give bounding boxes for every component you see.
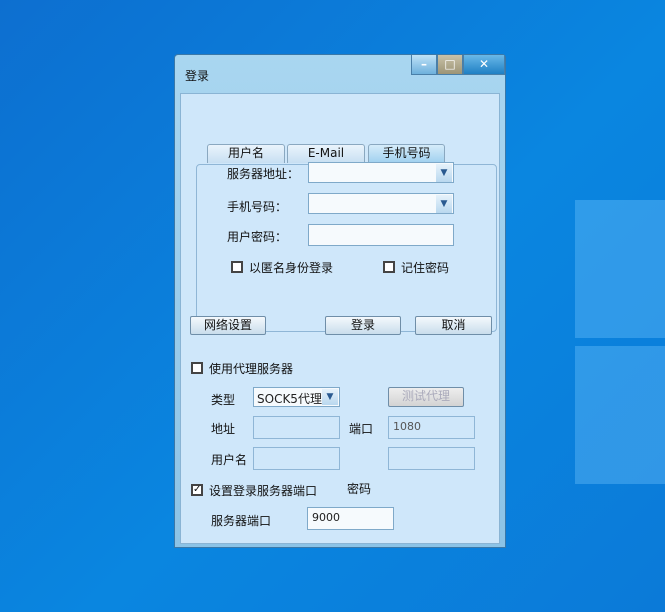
use-proxy-label[interactable]: 使用代理服务器 (209, 360, 293, 377)
proxy-type-label: 类型 (211, 393, 236, 407)
anonymous-label[interactable]: 以匿名身份登录 (249, 259, 333, 276)
login-group-box (196, 164, 497, 332)
chevron-down-icon[interactable]: ▼ (436, 164, 452, 182)
desktop-logo-pane (575, 346, 665, 484)
test-proxy-button[interactable]: 测试代理 (388, 387, 464, 407)
use-proxy-checkbox[interactable] (191, 362, 203, 374)
server-label: 服务器地址： (227, 167, 300, 181)
restore-button[interactable]: □ (437, 55, 463, 75)
password-input[interactable] (308, 224, 454, 246)
proxy-username-label: 用户名 (211, 453, 248, 467)
proxy-address-label: 地址 (211, 422, 236, 436)
phone-combo[interactable]: ▼ (308, 193, 454, 214)
window-title: 登录 (185, 69, 210, 83)
server-port-input[interactable]: 9000 (307, 507, 394, 530)
client-area: 用户名 E-Mail 手机号码 服务器地址： ▼ 手机号码： ▼ 用户密码： 以… (180, 93, 500, 544)
password-label: 用户密码： (227, 230, 288, 244)
set-server-port-checkbox[interactable]: ✓ (191, 484, 203, 496)
login-button[interactable]: 登录 (325, 316, 401, 335)
remember-password-label[interactable]: 记住密码 (401, 259, 449, 276)
remember-password-checkbox[interactable] (383, 261, 395, 273)
proxy-type-select[interactable]: SOCK5代理 ▼ (253, 387, 340, 407)
proxy-type-value: SOCK5代理 (257, 392, 322, 406)
anonymous-checkbox[interactable] (231, 261, 243, 273)
proxy-port-label: 端口 (349, 422, 374, 436)
chevron-down-icon[interactable]: ▼ (322, 389, 338, 405)
phone-label: 手机号码： (227, 200, 288, 214)
set-server-port-label[interactable]: 设置登录服务器端口 (209, 482, 317, 499)
server-port-label: 服务器端口 (211, 514, 272, 528)
minimize-button[interactable]: – (411, 55, 437, 75)
chevron-down-icon[interactable]: ▼ (436, 195, 452, 213)
proxy-username-input[interactable] (253, 447, 340, 470)
desktop-logo-pane (575, 200, 665, 338)
tab-email[interactable]: E-Mail (287, 144, 365, 163)
proxy-port-input[interactable]: 1080 (388, 416, 475, 439)
tab-username[interactable]: 用户名 (207, 144, 285, 163)
proxy-password-input[interactable] (388, 447, 475, 470)
tab-phone[interactable]: 手机号码 (368, 144, 445, 163)
network-settings-button[interactable]: 网络设置 (190, 316, 266, 335)
cancel-button[interactable]: 取消 (415, 316, 492, 335)
close-button[interactable]: ✕ (463, 55, 505, 75)
server-address-combo[interactable]: ▼ (308, 162, 454, 183)
proxy-address-input[interactable] (253, 416, 340, 439)
login-window: 登录 – □ ✕ 用户名 E-Mail 手机号码 服务器地址： ▼ 手机号码： … (174, 54, 506, 548)
proxy-password-label: 密码 (347, 482, 372, 496)
